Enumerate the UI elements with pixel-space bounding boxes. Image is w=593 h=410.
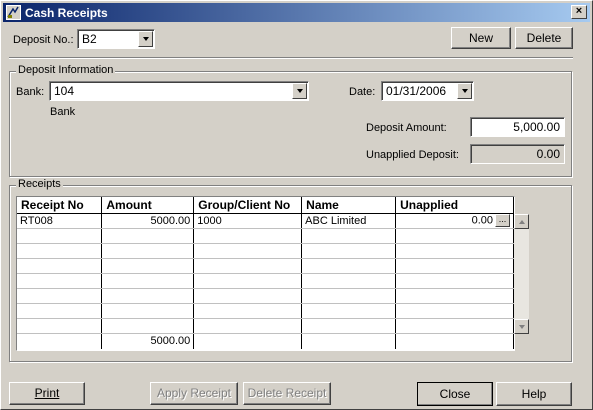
deposit-no-label: Deposit No.: — [13, 34, 74, 46]
deposit-amount-field[interactable]: 5,000.00 — [470, 117, 565, 137]
receipt-no-cell[interactable]: RT008 — [17, 213, 103, 229]
scroll-up-icon[interactable] — [514, 214, 529, 229]
receipts-legend: Receipts — [16, 178, 63, 190]
bank-label: Bank: — [16, 86, 45, 98]
cash-receipts-window: Cash Receipts × Deposit No.: B2 New Dele… — [0, 0, 593, 410]
totals-unapplied-cell — [395, 332, 514, 349]
close-icon[interactable]: × — [571, 5, 587, 19]
separator — [9, 57, 573, 59]
receipts-grid[interactable]: Receipt No Amount Group/Client No Name U… — [16, 196, 529, 351]
chevron-down-icon[interactable] — [292, 83, 307, 99]
delete-receipt-label: Delete Receipt — [247, 386, 327, 400]
table-row[interactable] — [17, 243, 514, 259]
date-label: Date: — [349, 86, 376, 98]
totals-row: 5000.00 — [17, 332, 514, 349]
help-button[interactable]: Help — [496, 382, 572, 406]
scroll-down-icon[interactable] — [514, 319, 529, 334]
unapplied-deposit-field: 0.00 — [470, 144, 565, 164]
bank-value: 104 — [54, 84, 75, 98]
app-icon — [6, 5, 21, 20]
table-row[interactable] — [17, 303, 514, 319]
print-button[interactable]: Print — [9, 382, 85, 405]
title-bar: Cash Receipts × — [3, 3, 590, 22]
name-cell[interactable]: ABC Limited — [301, 213, 397, 229]
unapplied-value: 0.00 — [471, 214, 493, 227]
deposit-amount-label: Deposit Amount: — [366, 122, 447, 134]
totals-receipt-cell — [17, 332, 103, 349]
table-row[interactable] — [17, 273, 514, 289]
amount-cell[interactable]: 5000.00 — [101, 213, 195, 229]
column-header-receipt-no[interactable]: Receipt No — [17, 197, 103, 214]
delete-button[interactable]: Delete — [515, 27, 573, 49]
deposit-information-legend: Deposit Information — [16, 64, 116, 76]
table-row[interactable] — [17, 288, 514, 304]
close-button-label: Close — [439, 387, 471, 401]
delete-receipt-button[interactable]: Delete Receipt — [243, 382, 331, 405]
delete-button-label: Delete — [526, 31, 562, 45]
chevron-down-icon[interactable] — [457, 83, 472, 99]
print-button-label: Print — [34, 386, 60, 400]
new-button[interactable]: New — [451, 27, 511, 49]
deposit-no-select[interactable]: B2 — [77, 29, 155, 49]
column-header-group-client-no[interactable]: Group/Client No — [193, 197, 303, 214]
table-row[interactable]: RT008 5000.00 1000 ABC Limited 0.00... — [17, 213, 514, 229]
totals-name-cell — [301, 332, 397, 349]
date-picker[interactable]: 01/31/2006 — [381, 81, 474, 101]
apply-receipt-label: Apply Receipt — [156, 386, 232, 400]
unapplied-deposit-label: Unapplied Deposit: — [366, 149, 459, 161]
window-title: Cash Receipts — [25, 6, 108, 20]
unapplied-cell[interactable]: 0.00... — [395, 213, 514, 229]
new-button-label: New — [468, 31, 493, 45]
total-amount-cell: 5000.00 — [101, 332, 195, 349]
column-header-unapplied[interactable]: Unapplied — [395, 197, 514, 214]
bank-name: Bank — [50, 106, 76, 118]
group-client-cell[interactable]: 1000 — [193, 213, 303, 229]
chevron-down-icon[interactable] — [138, 31, 153, 47]
column-header-amount[interactable]: Amount — [101, 197, 195, 214]
date-value: 01/31/2006 — [386, 84, 447, 98]
apply-receipt-button[interactable]: Apply Receipt — [150, 382, 238, 405]
help-button-label: Help — [521, 387, 547, 401]
table-row[interactable] — [17, 228, 514, 244]
column-header-name[interactable]: Name — [301, 197, 397, 214]
table-row[interactable] — [17, 318, 514, 334]
deposit-no-value: B2 — [82, 32, 97, 46]
totals-group-cell — [193, 332, 303, 349]
ellipsis-button[interactable]: ... — [495, 214, 510, 227]
vertical-scrollbar[interactable] — [514, 214, 529, 334]
bank-select[interactable]: 104 — [49, 81, 309, 101]
close-button[interactable]: Close — [417, 382, 493, 406]
table-row[interactable] — [17, 258, 514, 274]
